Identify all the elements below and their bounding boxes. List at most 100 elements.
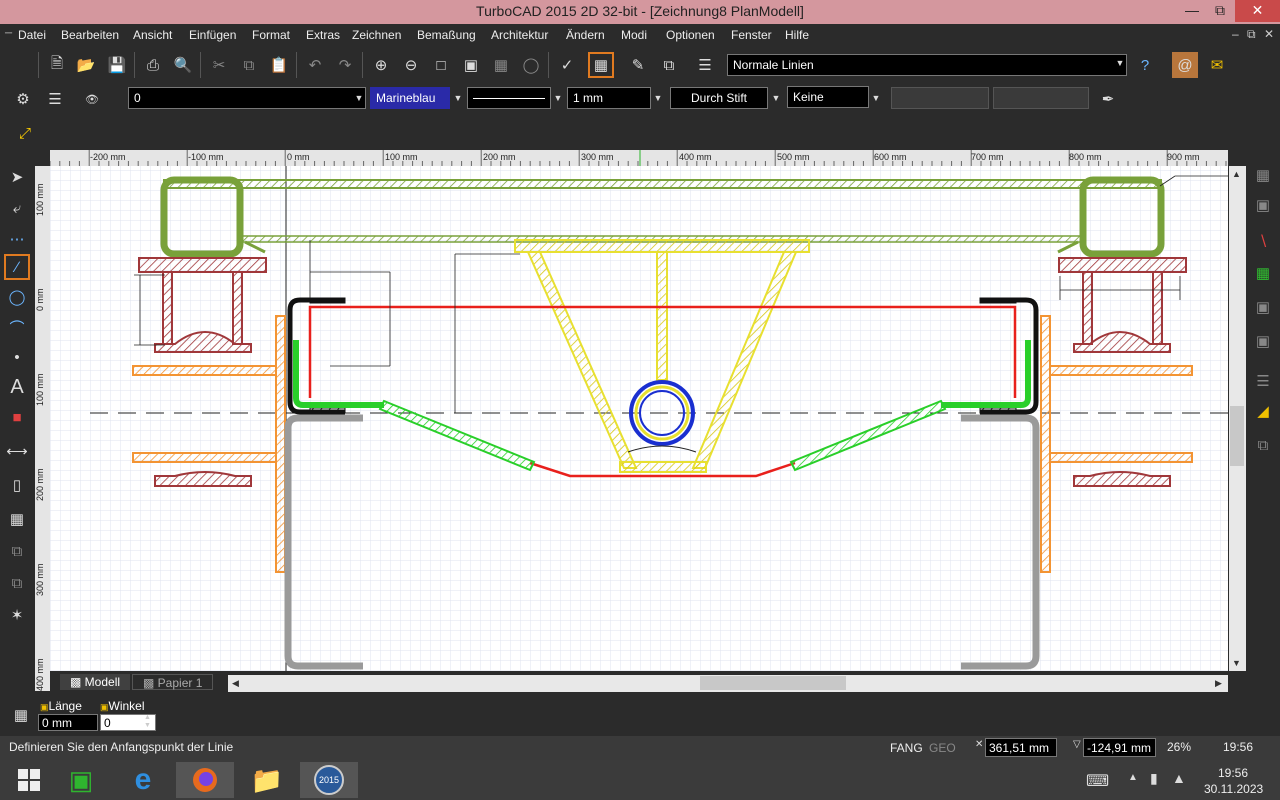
line-width-select[interactable]: 1 mm xyxy=(567,87,651,109)
paste-icon[interactable]: 📋 xyxy=(266,52,292,78)
chevron-down-icon[interactable]: ▼ xyxy=(1113,52,1127,74)
snap-arrows-icon[interactable]: ⤢ xyxy=(12,120,38,146)
menu-aendern[interactable]: Ändern xyxy=(566,28,605,42)
chevron-down-icon[interactable]: ▼ xyxy=(869,87,883,109)
mdi-minimize-button[interactable]: – xyxy=(1232,27,1239,41)
zoom-out-icon[interactable]: ⊖ xyxy=(398,52,424,78)
angle-spinner[interactable]: ▲ ▼ xyxy=(144,714,151,730)
fill-tool-icon[interactable]: ◢ xyxy=(1250,398,1276,424)
properties-icon[interactable]: ☰ xyxy=(692,52,718,78)
array-tool-icon[interactable]: ▣ xyxy=(1250,328,1276,354)
text-tool-icon[interactable]: A xyxy=(4,374,30,400)
mdi-close-button[interactable]: ✕ xyxy=(1264,27,1274,41)
save-icon[interactable]: 💾 xyxy=(104,52,130,78)
menu-extras[interactable]: Extras xyxy=(306,28,340,42)
drawing-canvas[interactable] xyxy=(50,166,1228,671)
mdi-restore-button[interactable]: ⧉ xyxy=(1247,27,1256,42)
edit-tool-icon[interactable]: ⤶ xyxy=(4,195,30,221)
snap-mode[interactable]: FANG xyxy=(890,741,923,755)
minimize-button[interactable]: — xyxy=(1177,0,1207,22)
show-hidden-icons-icon[interactable]: ▲ xyxy=(1128,772,1138,783)
open-folder-icon[interactable]: 📂 xyxy=(73,52,99,78)
stretch-tool-icon[interactable]: ▦ xyxy=(1250,260,1276,286)
tab-paper[interactable]: ▩ Papier 1 xyxy=(132,674,214,690)
horizontal-scrollbar[interactable]: ◀ ▶ xyxy=(228,675,1228,692)
menu-bearbeiten[interactable]: Bearbeiten xyxy=(61,28,119,42)
scroll-thumb[interactable] xyxy=(700,676,846,690)
eraser-icon[interactable]: ▯ xyxy=(4,472,30,498)
spell-check-icon[interactable]: ✓ xyxy=(554,52,580,78)
file-explorer-icon[interactable]: 📁 xyxy=(238,762,296,798)
print-preview-icon[interactable]: 🔍 xyxy=(170,52,196,78)
circle-tool-icon[interactable]: ◯ xyxy=(4,284,30,310)
scroll-down-icon[interactable]: ▼ xyxy=(1232,658,1241,668)
fill-select[interactable]: Keine xyxy=(787,86,869,108)
color-select[interactable]: Marineblau xyxy=(370,87,450,109)
internet-explorer-icon[interactable]: e xyxy=(114,762,172,798)
mail-icon[interactable]: ✉ xyxy=(1204,52,1230,78)
scroll-right-icon[interactable]: ▶ xyxy=(1215,678,1222,689)
zoom-page-icon[interactable]: ▦ xyxy=(488,52,514,78)
menu-ansicht[interactable]: Ansicht xyxy=(133,28,172,42)
design-director-icon[interactable]: ✎ xyxy=(625,52,651,78)
menu-architektur[interactable]: Architektur xyxy=(491,28,548,42)
explode-tool-icon[interactable]: ⧉ xyxy=(1250,432,1276,458)
ungroup-icon[interactable]: ⧉ xyxy=(4,570,30,596)
line-style-select[interactable]: Normale Linien xyxy=(727,54,1127,76)
taskbar-time[interactable]: 19:56 xyxy=(1218,766,1248,780)
zoom-previous-icon[interactable]: ◯ xyxy=(518,52,544,78)
redo-icon[interactable]: ↷ xyxy=(332,52,358,78)
insert-icon[interactable]: ✶ xyxy=(4,602,30,628)
signal-icon[interactable]: ▲ xyxy=(1172,770,1186,786)
scroll-thumb[interactable] xyxy=(1230,406,1244,466)
menu-zeichnen[interactable]: Zeichnen xyxy=(352,28,401,42)
geo-mode[interactable]: GEO xyxy=(929,741,956,755)
scroll-up-icon[interactable]: ▲ xyxy=(1232,169,1241,179)
chevron-down-icon[interactable]: ▼ xyxy=(651,87,665,109)
zoom-in-icon[interactable]: ⊕ xyxy=(368,52,394,78)
layers-icon[interactable]: ⧉ xyxy=(656,52,682,78)
point-icon[interactable]: • xyxy=(4,344,30,370)
new-file-icon[interactable]: 🗎 xyxy=(44,52,70,78)
hatch-tool-icon[interactable]: ■ xyxy=(4,404,30,430)
select-arrow-icon[interactable]: ➤ xyxy=(4,164,30,190)
cut-icon[interactable]: ✂ xyxy=(206,52,232,78)
trim-tool-icon[interactable]: ∖ xyxy=(1250,228,1276,254)
grid-snap-icon[interactable]: ▦ xyxy=(588,52,614,78)
menu-hilfe[interactable]: Hilfe xyxy=(785,28,809,42)
x-coordinate[interactable]: 361,51 mm xyxy=(985,738,1057,757)
menu-format[interactable]: Format xyxy=(252,28,290,42)
length-input[interactable]: 0 mm xyxy=(38,714,98,731)
copy-tool-icon[interactable]: ▦ xyxy=(1250,162,1276,188)
vertical-scrollbar[interactable]: ▲ ▼ xyxy=(1229,166,1246,671)
print-icon[interactable]: ⎙ xyxy=(140,52,166,78)
y-coordinate[interactable]: -124,91 mm xyxy=(1083,738,1156,757)
gear-icon[interactable]: ⚙ xyxy=(10,86,36,112)
copy-icon[interactable]: ⧉ xyxy=(236,52,262,78)
zoom-window-icon[interactable]: □ xyxy=(428,52,454,78)
menu-optionen[interactable]: Optionen xyxy=(666,28,715,42)
chevron-down-icon[interactable]: ▼ xyxy=(769,87,783,109)
address-book-icon[interactable]: @ xyxy=(1172,52,1198,78)
layer-manager-icon[interactable]: ☰ xyxy=(42,86,68,112)
line-tool-icon[interactable]: ∕ xyxy=(4,254,30,280)
line-type-select[interactable] xyxy=(467,87,551,109)
zoom-extents-icon[interactable]: ▣ xyxy=(458,52,484,78)
pen-mode-select[interactable]: Durch Stift xyxy=(670,87,768,109)
tab-model[interactable]: ▩ Modell xyxy=(60,674,131,690)
windows-start-icon[interactable] xyxy=(0,762,58,798)
help-pointer-icon[interactable]: ? xyxy=(1132,52,1158,78)
taskbar-date[interactable]: 30.11.2023 xyxy=(1204,782,1263,796)
menu-einfuegen[interactable]: Einfügen xyxy=(189,28,236,42)
zoom-level[interactable]: 26% xyxy=(1167,740,1191,754)
layer-visibility-icon[interactable]: 👁 xyxy=(72,86,112,112)
chevron-down-icon[interactable]: ▼ xyxy=(551,87,565,109)
menu-fenster[interactable]: Fenster xyxy=(731,28,772,42)
calculator-icon[interactable]: ▦ xyxy=(8,702,34,728)
store-icon[interactable]: ▣ xyxy=(52,762,110,798)
group-icon[interactable]: ⧉ xyxy=(4,538,30,564)
mirror-tool-icon[interactable]: ▣ xyxy=(1250,294,1276,320)
scroll-left-icon[interactable]: ◀ xyxy=(232,678,239,689)
curve-tool-icon[interactable]: ⌒ xyxy=(4,314,30,340)
list-tool-icon[interactable]: ☰ xyxy=(1250,368,1276,394)
